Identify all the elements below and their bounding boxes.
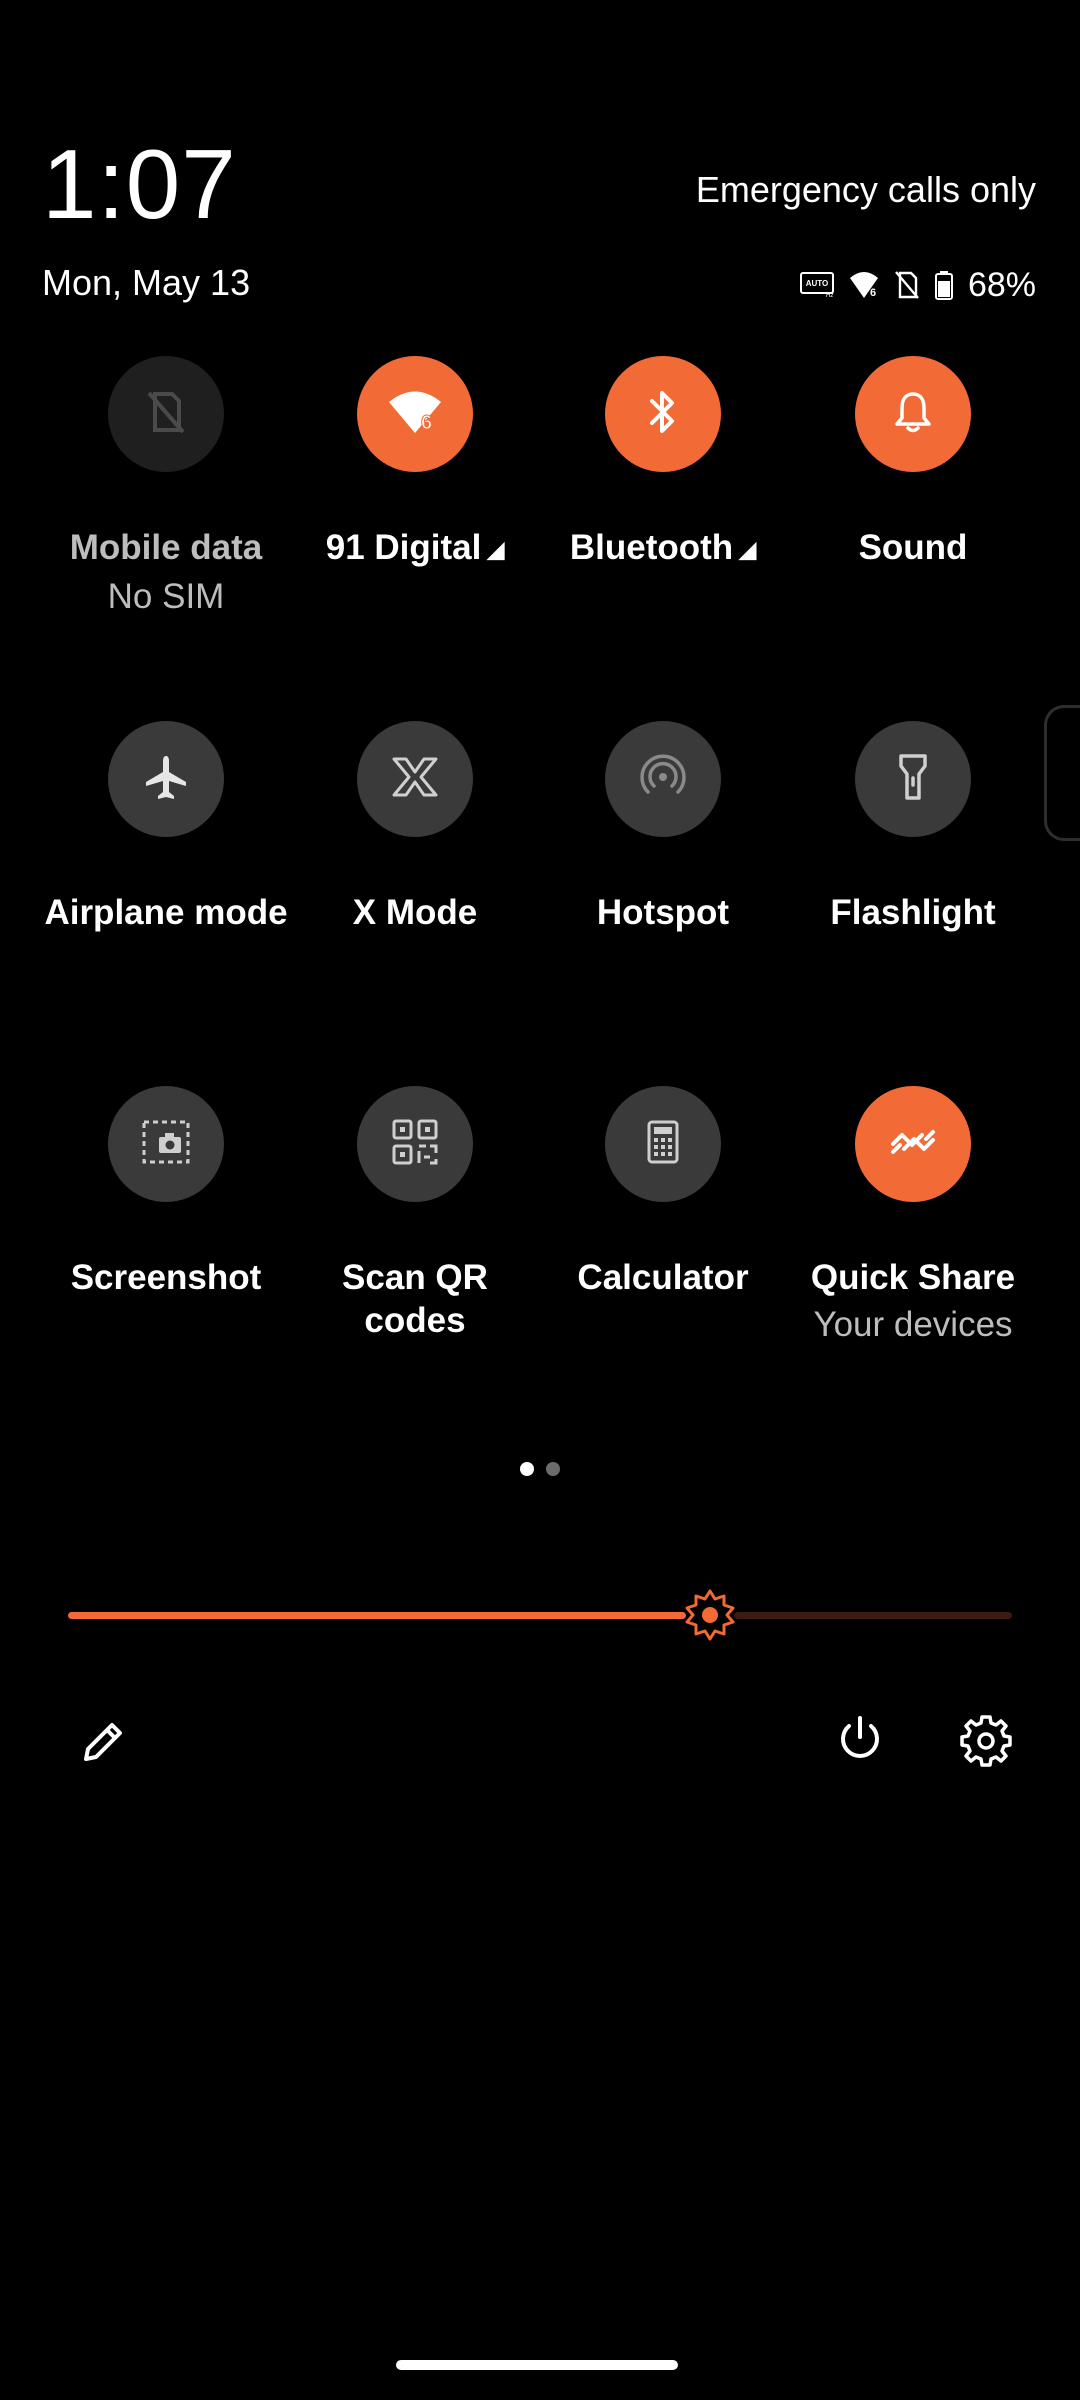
tile-flashlight-button[interactable] (855, 721, 971, 837)
tile-bluetooth[interactable]: Bluetooth ◢ (538, 356, 788, 571)
tile-mobile-data[interactable]: Mobile data No SIM (41, 356, 291, 618)
tile-label: Sound (858, 528, 968, 567)
tile-label-text: 91 Digital (325, 528, 482, 567)
tile-screenshot-button[interactable] (108, 1086, 224, 1202)
brightness-track-filled (68, 1612, 686, 1619)
tile-sublabel: No SIM (107, 577, 225, 616)
hotspot-icon (638, 752, 688, 807)
tile-wifi[interactable]: 6 91 Digital ◢ (290, 356, 540, 571)
tile-hotspot-button[interactable] (605, 721, 721, 837)
flashlight-icon (893, 752, 933, 807)
tile-screenshot[interactable]: Screenshot (41, 1086, 291, 1299)
tile-label: Quick Share (810, 1258, 1016, 1297)
settings-button[interactable] (958, 1713, 1014, 1769)
airplane-icon (141, 752, 191, 807)
auto-hz-icon: AUTO Hz (799, 272, 834, 298)
bluetooth-icon (643, 387, 683, 442)
screenshot-icon (141, 1119, 191, 1170)
tile-x-mode-button[interactable] (357, 721, 473, 837)
tile-label[interactable]: Bluetooth ◢ (538, 526, 788, 571)
tile-airplane-mode[interactable]: Airplane mode (41, 721, 291, 934)
tile-label: Hotspot (596, 893, 730, 932)
tile-label-text: Bluetooth (569, 528, 734, 567)
tile-scan-qr[interactable]: Scan QR codes (290, 1086, 540, 1342)
qr-code-icon (390, 1117, 440, 1172)
tile-label: Scan QR codes (342, 1258, 488, 1340)
carrier-status-text: Emergency calls only (695, 169, 1036, 210)
battery-icon (934, 270, 954, 300)
tile-sublabel: Your devices (813, 1305, 1013, 1344)
calculator-icon (645, 1119, 681, 1170)
tile-calculator[interactable]: Calculator (538, 1086, 788, 1299)
tile-label: Airplane mode (44, 893, 288, 932)
gear-icon (958, 1715, 1014, 1773)
svg-text:6: 6 (421, 412, 432, 434)
bell-icon (891, 388, 935, 441)
tile-label: Screenshot (70, 1258, 262, 1297)
status-icons: AUTO Hz 6 68% (799, 265, 1036, 305)
tile-flashlight[interactable]: Flashlight (788, 721, 1038, 934)
date-text[interactable]: Mon, May 13 (42, 265, 250, 301)
brightness-slider[interactable] (68, 1589, 1012, 1641)
no-sim-icon (894, 270, 920, 300)
wifi-6-icon: 6 (848, 270, 880, 300)
tile-quick-share-button[interactable] (855, 1086, 971, 1202)
page-indicator (0, 1462, 1080, 1476)
tile-scan-qr-button[interactable] (357, 1086, 473, 1202)
svg-text:Hz: Hz (826, 293, 833, 298)
battery-percent: 68% (967, 266, 1036, 304)
tile-wifi-button[interactable]: 6 (357, 356, 473, 472)
page-dot-1 (520, 1462, 534, 1476)
page-dot-2 (546, 1462, 560, 1476)
quick-share-icon (888, 1124, 938, 1165)
power-icon (834, 1716, 886, 1769)
expand-triangle-icon[interactable]: ◢ (487, 528, 504, 571)
x-mode-icon (390, 755, 440, 804)
clock-time[interactable]: 1:07 (42, 135, 237, 233)
wifi-6-icon: 6 (387, 387, 443, 442)
edge-panel-handle[interactable] (1044, 705, 1080, 841)
tile-x-mode[interactable]: X Mode (290, 721, 540, 934)
tile-label: Calculator (577, 1258, 749, 1297)
tile-sound[interactable]: Sound (788, 356, 1038, 569)
tile-hotspot[interactable]: Hotspot (538, 721, 788, 934)
tile-label[interactable]: 91 Digital ◢ (290, 526, 540, 571)
no-sim-icon (144, 388, 188, 441)
home-indicator[interactable] (396, 2360, 678, 2370)
edit-button[interactable] (78, 1715, 130, 1767)
brightness-thumb[interactable] (684, 1589, 736, 1641)
tile-sound-button[interactable] (855, 356, 971, 472)
tile-mobile-data-button[interactable] (108, 356, 224, 472)
pencil-icon (78, 1723, 130, 1771)
tile-airplane-mode-button[interactable] (108, 721, 224, 837)
tile-bluetooth-button[interactable] (605, 356, 721, 472)
sun-icon (684, 1589, 736, 1645)
tile-calculator-button[interactable] (605, 1086, 721, 1202)
tile-label: Flashlight (830, 893, 996, 932)
brightness-track-empty (734, 1612, 1012, 1619)
tile-label: X Mode (352, 893, 478, 932)
expand-triangle-icon[interactable]: ◢ (739, 528, 756, 571)
tile-quick-share[interactable]: Quick Share Your devices (788, 1086, 1038, 1346)
tile-label: Mobile data (69, 528, 263, 567)
power-button[interactable] (834, 1713, 886, 1765)
svg-text:6: 6 (870, 287, 876, 299)
svg-text:AUTO: AUTO (806, 279, 829, 288)
